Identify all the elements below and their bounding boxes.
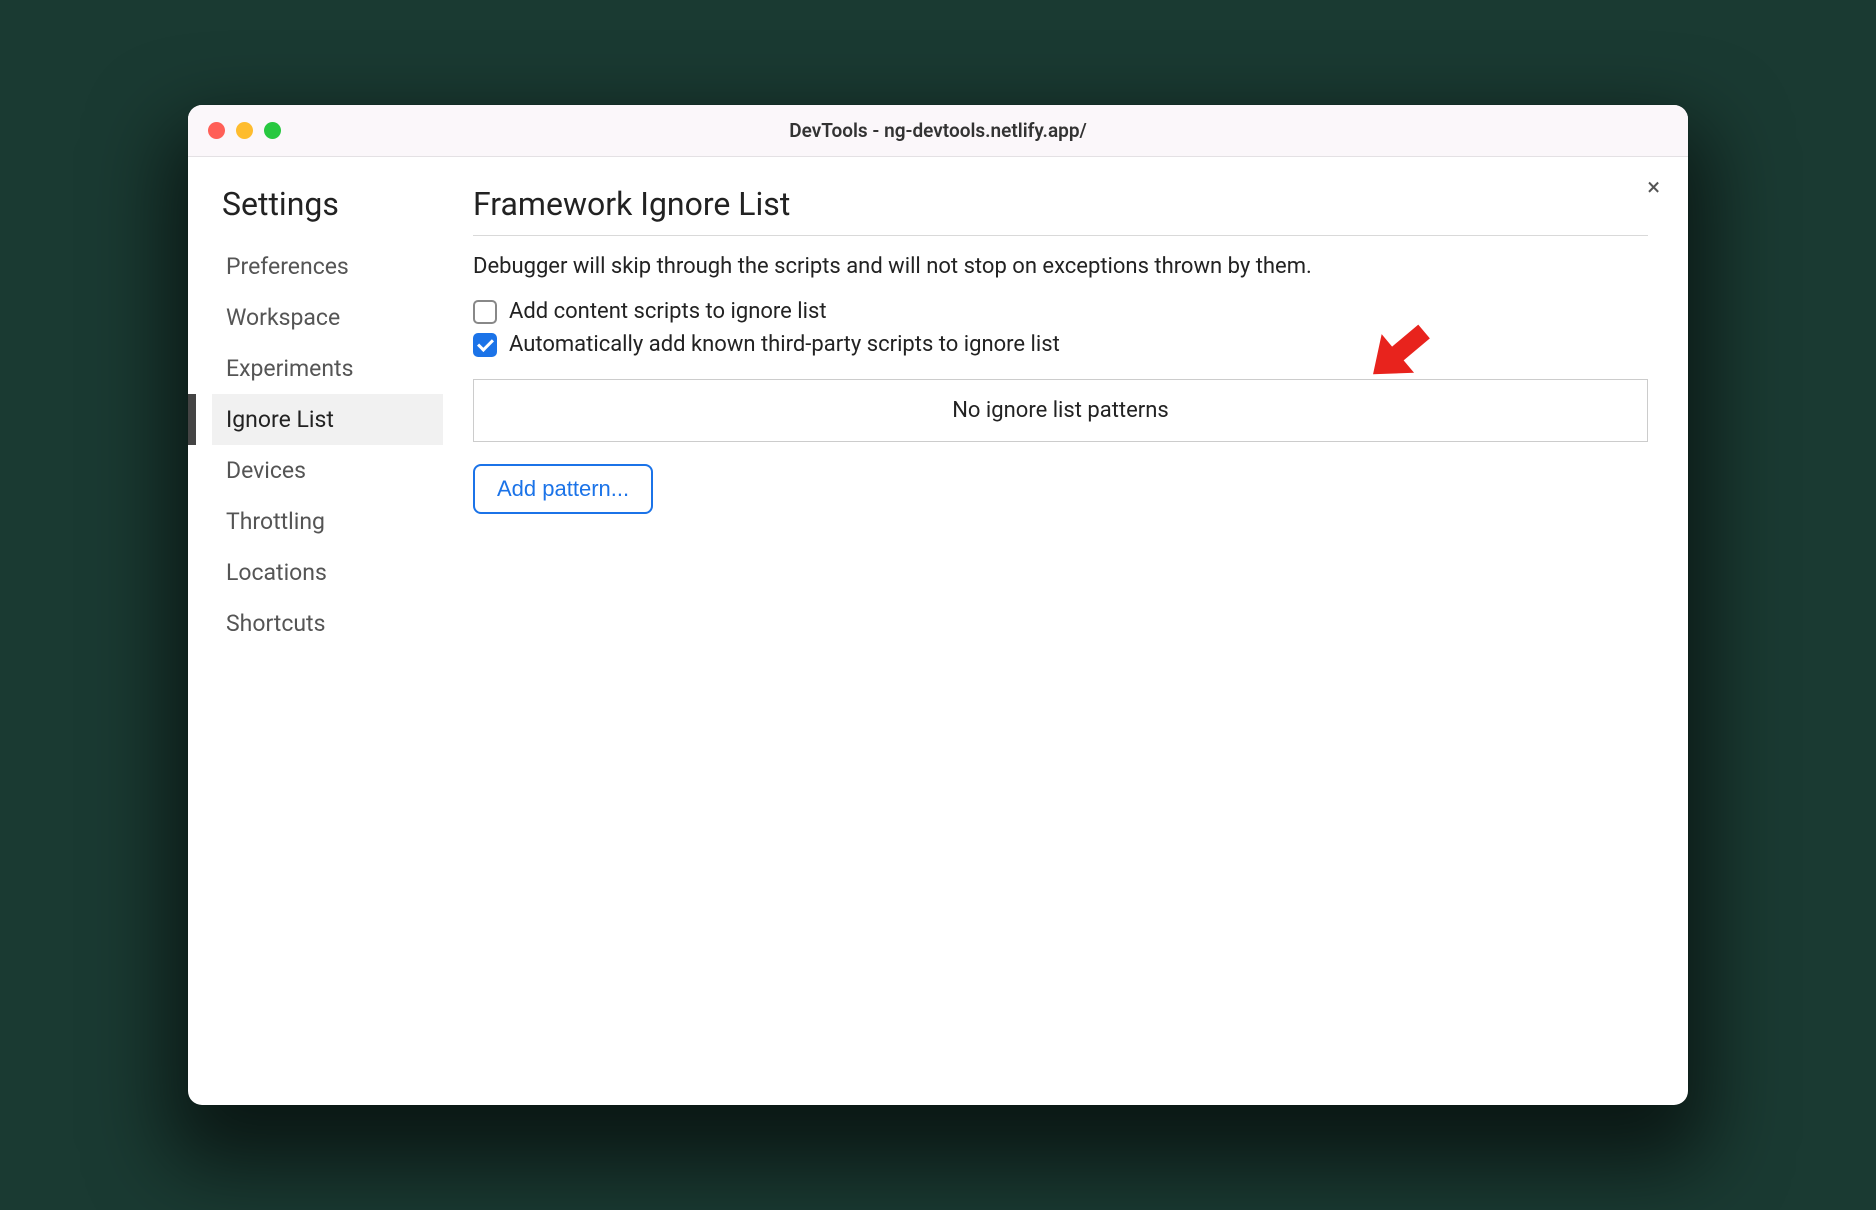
traffic-light-fullscreen[interactable] — [264, 122, 281, 139]
panel-description: Debugger will skip through the scripts a… — [473, 254, 1648, 279]
ignore-list-empty-state: No ignore list patterns — [473, 379, 1648, 442]
checkbox-label: Add content scripts to ignore list — [509, 299, 827, 324]
sidebar-item-preferences[interactable]: Preferences — [212, 241, 443, 292]
sidebar-title: Settings — [212, 185, 443, 223]
traffic-lights — [208, 122, 281, 139]
checkbox-third-party[interactable] — [473, 333, 497, 357]
panel-title: Framework Ignore List — [473, 185, 1648, 236]
settings-content: × Settings Preferences Workspace Experim… — [188, 157, 1688, 1105]
traffic-light-close[interactable] — [208, 122, 225, 139]
checkbox-content-scripts[interactable] — [473, 300, 497, 324]
checkbox-row-third-party[interactable]: Automatically add known third-party scri… — [473, 332, 1648, 357]
sidebar-item-devices[interactable]: Devices — [212, 445, 443, 496]
settings-panel: Framework Ignore List Debugger will skip… — [443, 177, 1688, 1105]
sidebar-item-ignore-list[interactable]: Ignore List — [212, 394, 443, 445]
sidebar-item-experiments[interactable]: Experiments — [212, 343, 443, 394]
checkbox-label: Automatically add known third-party scri… — [509, 332, 1060, 357]
add-pattern-button[interactable]: Add pattern... — [473, 464, 653, 514]
sidebar-item-throttling[interactable]: Throttling — [212, 496, 443, 547]
sidebar-item-workspace[interactable]: Workspace — [212, 292, 443, 343]
devtools-window: DevTools - ng-devtools.netlify.app/ × Se… — [188, 105, 1688, 1105]
sidebar-item-locations[interactable]: Locations — [212, 547, 443, 598]
checkbox-row-content-scripts[interactable]: Add content scripts to ignore list — [473, 299, 1648, 324]
traffic-light-minimize[interactable] — [236, 122, 253, 139]
sidebar-item-shortcuts[interactable]: Shortcuts — [212, 598, 443, 649]
titlebar: DevTools - ng-devtools.netlify.app/ — [188, 105, 1688, 157]
window-title: DevTools - ng-devtools.netlify.app/ — [188, 119, 1688, 142]
settings-sidebar: Settings Preferences Workspace Experimen… — [188, 177, 443, 1105]
